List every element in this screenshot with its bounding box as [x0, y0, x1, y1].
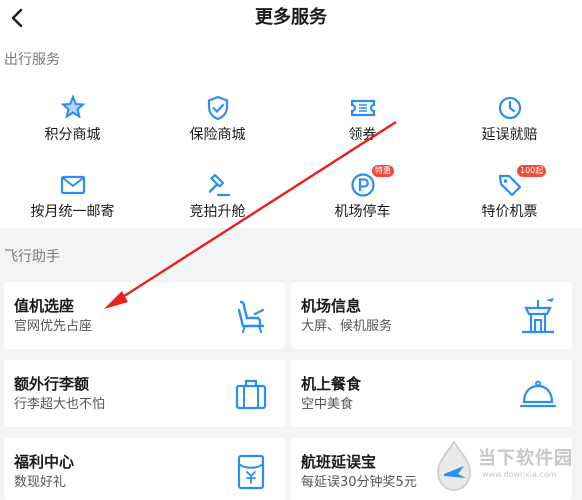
card-subtitle: 行李超大也不怕	[14, 397, 106, 412]
service-label: 延误就赔	[481, 127, 538, 143]
promo-badge: 100起	[517, 165, 547, 177]
service-monthly-mail[interactable]: 按月统一邮寄	[0, 171, 145, 231]
service-label: 特价机票	[481, 204, 538, 220]
card-extra-baggage[interactable]: 额外行李额 行李超大也不怕	[4, 360, 285, 427]
watermark-name: 当下软件园	[478, 448, 573, 469]
card-subtitle: 大屏、候机服务	[301, 319, 393, 334]
shield-check-icon	[207, 95, 229, 121]
card-subtitle: 空中美食	[301, 397, 354, 412]
card-check-in-seat[interactable]: 值机选座 官网优先占座	[4, 282, 285, 349]
card-title: 值机选座	[14, 297, 75, 315]
airport-tower-icon	[522, 298, 554, 334]
points-star-icon	[60, 94, 86, 119]
service-label: 机场停车	[334, 204, 391, 220]
card-title: 机场信息	[301, 297, 362, 315]
card-title: 机上餐食	[301, 375, 362, 393]
service-insurance-mall[interactable]: 保险商城	[145, 94, 290, 154]
travel-services-section: 出行服务 积分商城 保险商城 领券 延误就赔 按月统一邮寄 竞拍升舱 特惠 机场…	[0, 40, 582, 228]
card-subtitle: 官网优先占座	[14, 319, 93, 334]
luggage-icon	[235, 379, 267, 410]
service-label: 竞拍升舱	[189, 204, 246, 220]
watermark-logo-icon	[436, 440, 472, 492]
service-airport-parking[interactable]: 特惠 机场停车	[290, 165, 435, 231]
promo-badge: 特惠	[372, 165, 394, 177]
card-airport-info[interactable]: 机场信息 大屏、候机服务	[291, 282, 572, 349]
section-divider	[0, 228, 582, 236]
red-envelope-icon	[237, 454, 265, 490]
section-title: 出行服务	[4, 52, 60, 68]
service-upgrade-auction[interactable]: 竞拍升舱	[145, 171, 290, 231]
card-title: 航班延误宝	[301, 453, 377, 471]
service-delay-compensation[interactable]: 延误就赔	[437, 94, 582, 154]
meal-cloche-icon	[519, 380, 557, 408]
card-subtitle: 数现好礼	[14, 475, 67, 490]
coupon-ticket-icon	[350, 99, 376, 117]
auction-hammer-icon	[208, 173, 231, 197]
watermark-url: www.downxia.com	[482, 470, 557, 479]
page-title: 更多服务	[255, 7, 327, 28]
service-label: 领券	[348, 127, 377, 143]
card-title: 福利中心	[14, 453, 75, 471]
clock-icon	[498, 96, 522, 120]
header-bar: 更多服务	[0, 0, 582, 40]
card-in-flight-meal[interactable]: 机上餐食 空中美食	[291, 360, 572, 427]
section-title: 飞行助手	[4, 249, 60, 265]
card-subtitle: 每延误30分钟奖5元	[301, 475, 417, 490]
mail-envelope-icon	[60, 175, 86, 195]
seat-icon	[237, 300, 265, 333]
service-label: 按月统一邮寄	[30, 204, 115, 220]
service-label: 积分商城	[44, 127, 101, 143]
service-discount-tickets[interactable]: 100起 特价机票	[437, 165, 582, 231]
card-benefits-center[interactable]: 福利中心 数现好礼	[4, 438, 285, 500]
card-title: 额外行李额	[14, 375, 90, 393]
watermark: 当下软件园 www.downxia.com	[432, 434, 582, 500]
service-points-mall[interactable]: 积分商城	[0, 94, 145, 154]
service-coupons[interactable]: 领券	[290, 94, 435, 154]
service-label: 保险商城	[189, 127, 246, 143]
